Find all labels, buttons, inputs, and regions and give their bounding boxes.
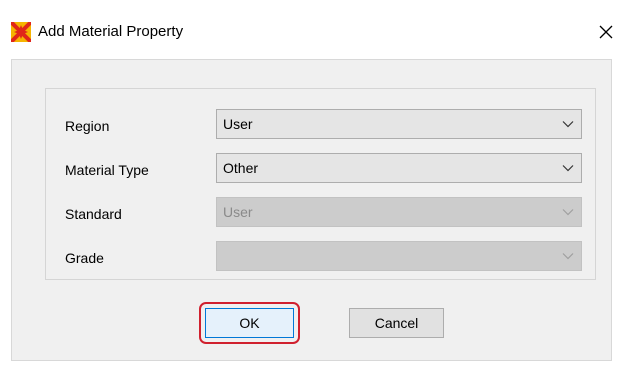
material-type-dropdown[interactable]: Other bbox=[216, 153, 582, 183]
title-bar[interactable]: Add Material Property bbox=[0, 0, 625, 56]
dialog-title: Add Material Property bbox=[38, 23, 184, 40]
add-material-property-dialog: Add Material Property Region User Materi… bbox=[0, 0, 625, 370]
region-dropdown[interactable]: User bbox=[216, 109, 582, 139]
close-button[interactable] bbox=[587, 14, 625, 50]
cancel-button[interactable]: Cancel bbox=[349, 308, 444, 338]
chevron-down-icon bbox=[562, 209, 574, 216]
chevron-down-icon bbox=[562, 253, 574, 260]
standard-dropdown: User bbox=[216, 197, 582, 227]
material-type-label: Material Type bbox=[65, 162, 149, 178]
dialog-body: Region User Material Type Other Standard… bbox=[11, 59, 612, 361]
close-icon bbox=[599, 25, 613, 39]
region-label: Region bbox=[65, 118, 110, 134]
grade-label: Grade bbox=[65, 250, 104, 266]
material-options-group: Region User Material Type Other Standard… bbox=[45, 88, 596, 280]
grade-dropdown bbox=[216, 241, 582, 271]
chevron-down-icon bbox=[562, 165, 574, 172]
material-type-value: Other bbox=[223, 160, 259, 176]
standard-value: User bbox=[223, 204, 253, 220]
ok-button[interactable]: OK bbox=[205, 308, 294, 338]
chevron-down-icon bbox=[562, 121, 574, 128]
region-value: User bbox=[223, 116, 253, 132]
standard-label: Standard bbox=[65, 206, 122, 222]
etabs-x-icon bbox=[11, 22, 31, 42]
